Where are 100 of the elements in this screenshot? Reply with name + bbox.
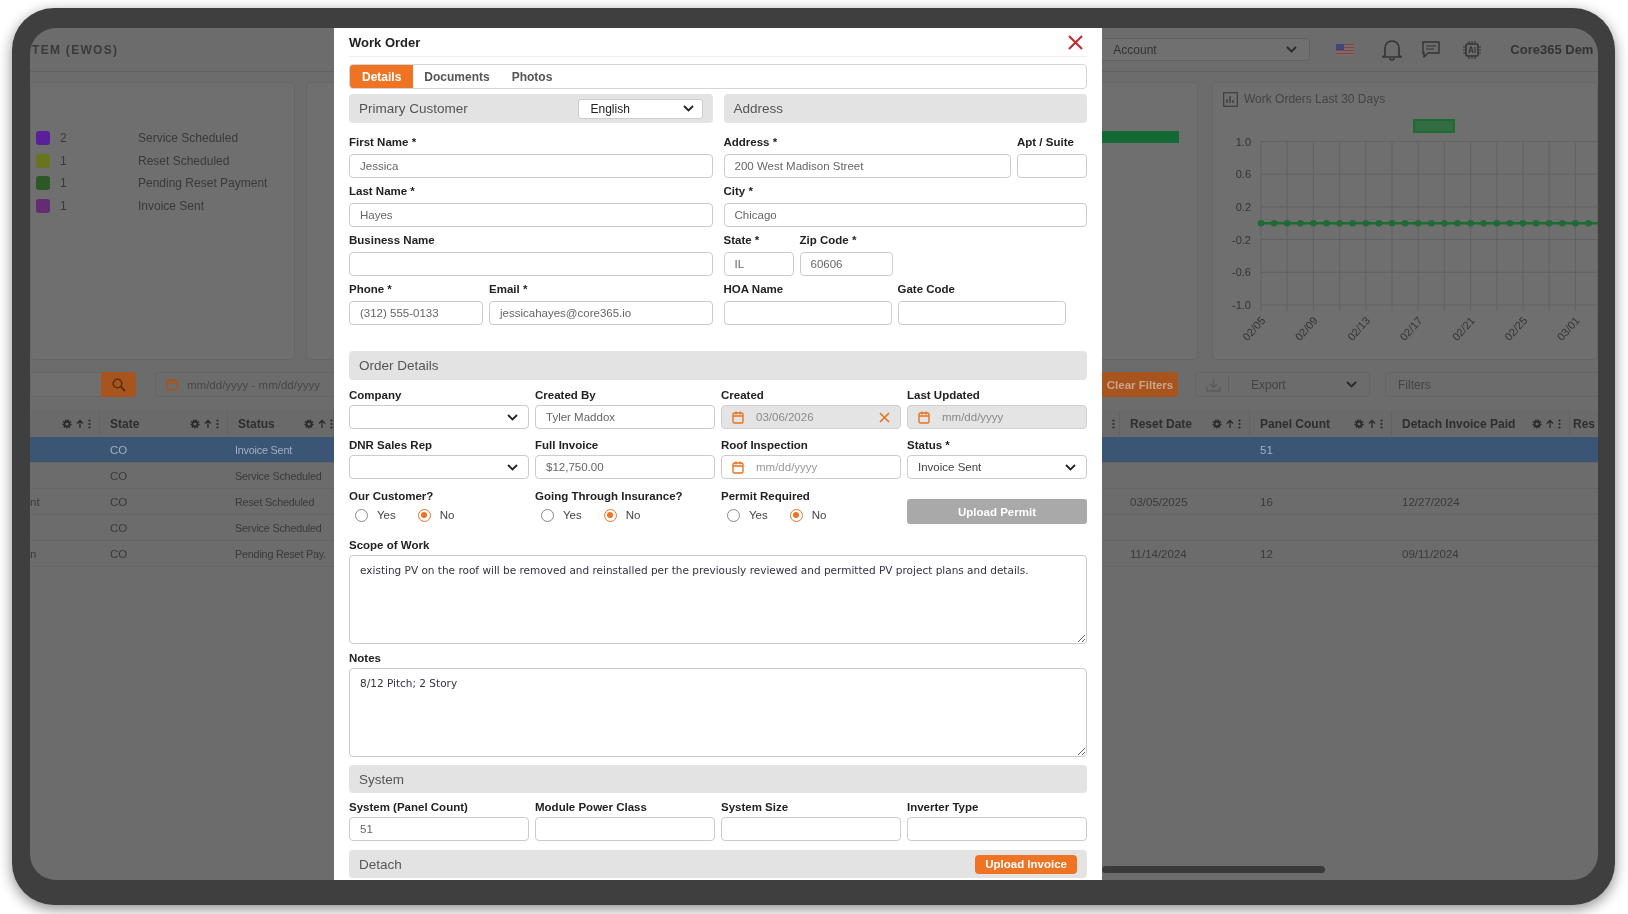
column-header[interactable]: State: [110, 416, 140, 431]
text-field[interactable]: Hayes: [349, 203, 713, 227]
data-point: [1414, 219, 1422, 227]
field-label: DNR Sales Rep: [349, 438, 434, 453]
radio-label[interactable]: No: [439, 509, 455, 521]
field-label: HOA Name: [723, 282, 785, 297]
arrow-up-icon[interactable]: [204, 418, 212, 429]
gear-icon[interactable]: [62, 418, 72, 429]
arrow-up-icon[interactable]: [1546, 418, 1554, 429]
arrow-up-icon[interactable]: [76, 418, 84, 429]
text-field[interactable]: [535, 817, 715, 841]
close-icon: [1068, 34, 1083, 50]
column-header[interactable]: Detach Invoice Paid: [1402, 416, 1516, 431]
bar-chart-icon: [1223, 91, 1238, 107]
notes-field[interactable]: 8/12 Pitch; 2 Story: [349, 668, 1087, 757]
text-field[interactable]: 51: [349, 817, 529, 841]
radio-label[interactable]: No: [811, 509, 827, 521]
gear-icon[interactable]: [1212, 418, 1222, 429]
column-header[interactable]: Panel Count: [1260, 416, 1330, 431]
data-point: [1297, 219, 1304, 227]
search-icon: [111, 377, 126, 392]
data-point: [1572, 219, 1579, 227]
date-field[interactable]: mm/dd/yyyy: [721, 455, 901, 479]
text-field[interactable]: IL: [723, 252, 794, 276]
field-label: Permit Required: [721, 489, 811, 504]
axis-label: -0.2: [1232, 233, 1251, 246]
kebab-icon[interactable]: [1112, 418, 1115, 429]
kebab-icon[interactable]: [216, 418, 219, 429]
kebab-icon[interactable]: [1380, 418, 1383, 429]
column-header[interactable]: Status: [238, 416, 275, 431]
text-field[interactable]: [907, 817, 1087, 841]
calendar-icon: [918, 410, 930, 424]
field-label: Module Power Class: [535, 800, 648, 815]
gear-icon[interactable]: [190, 418, 200, 429]
field-label: Our Customer?: [349, 489, 435, 504]
text-field[interactable]: Tyler Maddox: [535, 405, 715, 429]
field-label: Email *: [489, 282, 529, 297]
arrow-up-icon[interactable]: [1368, 418, 1376, 429]
arrow-up-icon[interactable]: [1226, 418, 1234, 429]
field-label: Phone *: [349, 282, 393, 297]
text-field[interactable]: [723, 301, 892, 325]
search-button[interactable]: [101, 372, 136, 397]
scope-of-work-field[interactable]: existing PV on the roof will be removed and reinstalled per the previously reviewed and permitted PV project plans and details.: [349, 555, 1087, 644]
field-label: Zip Code *: [799, 233, 858, 248]
radio-label[interactable]: Yes: [377, 509, 396, 521]
text-field[interactable]: jessicahayes@core365.io: [489, 301, 713, 325]
chip-icon[interactable]: [1462, 39, 1483, 60]
kebab-icon[interactable]: [330, 418, 333, 429]
arrow-up-icon[interactable]: [318, 418, 326, 429]
column-header[interactable]: Res: [1573, 416, 1595, 431]
gear-icon[interactable]: [304, 418, 314, 429]
user-name[interactable]: Core365 Dem: [1510, 42, 1594, 57]
calendar-icon: [732, 410, 744, 424]
data-point: [1375, 219, 1383, 227]
text-field[interactable]: 200 West Madison Street: [723, 154, 1011, 178]
section-title: Primary Customer: [359, 101, 468, 116]
chevron-down-icon: [682, 105, 694, 112]
data-point: [1545, 219, 1553, 227]
text-field[interactable]: (312) 555-0133: [349, 301, 483, 325]
radio-label[interactable]: No: [625, 509, 641, 521]
select-field[interactable]: Invoice Sent: [907, 455, 1087, 479]
text-field[interactable]: [1017, 154, 1087, 178]
text-field[interactable]: [897, 301, 1066, 325]
text-field[interactable]: Jessica: [349, 154, 713, 178]
gear-icon[interactable]: [1354, 418, 1364, 429]
tab[interactable]: Documents: [413, 65, 501, 88]
chat-icon[interactable]: [1422, 41, 1441, 58]
flag-icon[interactable]: [1336, 43, 1355, 56]
section-title: Order Details: [359, 358, 439, 373]
kebab-icon[interactable]: [1558, 418, 1561, 429]
tab[interactable]: Photos: [500, 65, 564, 88]
table-row[interactable]: 51: [1102, 437, 1598, 463]
text-field[interactable]: $12,750.00: [535, 455, 715, 479]
table-row[interactable]: CO Invoice Sent: [30, 437, 334, 463]
text-field[interactable]: [349, 252, 713, 276]
text-field[interactable]: [721, 817, 901, 841]
bell-icon[interactable]: [1382, 38, 1403, 61]
language-select[interactable]: English: [577, 98, 703, 119]
kebab-icon[interactable]: [88, 418, 91, 429]
data-point: [1336, 219, 1343, 227]
text-field[interactable]: Chicago: [723, 203, 1087, 227]
close-button[interactable]: [1068, 34, 1083, 50]
data-point: [1493, 219, 1501, 227]
select-field[interactable]: [349, 405, 529, 429]
radio-label[interactable]: Yes: [749, 509, 768, 521]
scrollbar[interactable]: [1102, 866, 1325, 873]
kebab-icon[interactable]: [1238, 418, 1241, 429]
radio-label[interactable]: Yes: [563, 509, 582, 521]
upload-invoice-button[interactable]: Upload Invoice: [975, 854, 1077, 874]
search-field[interactable]: [30, 372, 101, 397]
gear-icon[interactable]: [1532, 418, 1542, 429]
text-field[interactable]: 60606: [799, 252, 893, 276]
select-field[interactable]: [349, 455, 529, 479]
field-label: Address *: [723, 135, 779, 150]
field-label: Full Invoice: [535, 438, 600, 453]
tab[interactable]: Details: [350, 65, 414, 88]
clear-filters-button[interactable]: Clear Filters: [1102, 372, 1178, 397]
column-header[interactable]: Reset Date: [1130, 416, 1193, 431]
data-point: [1310, 219, 1317, 227]
chevron-down-icon: [507, 413, 518, 421]
